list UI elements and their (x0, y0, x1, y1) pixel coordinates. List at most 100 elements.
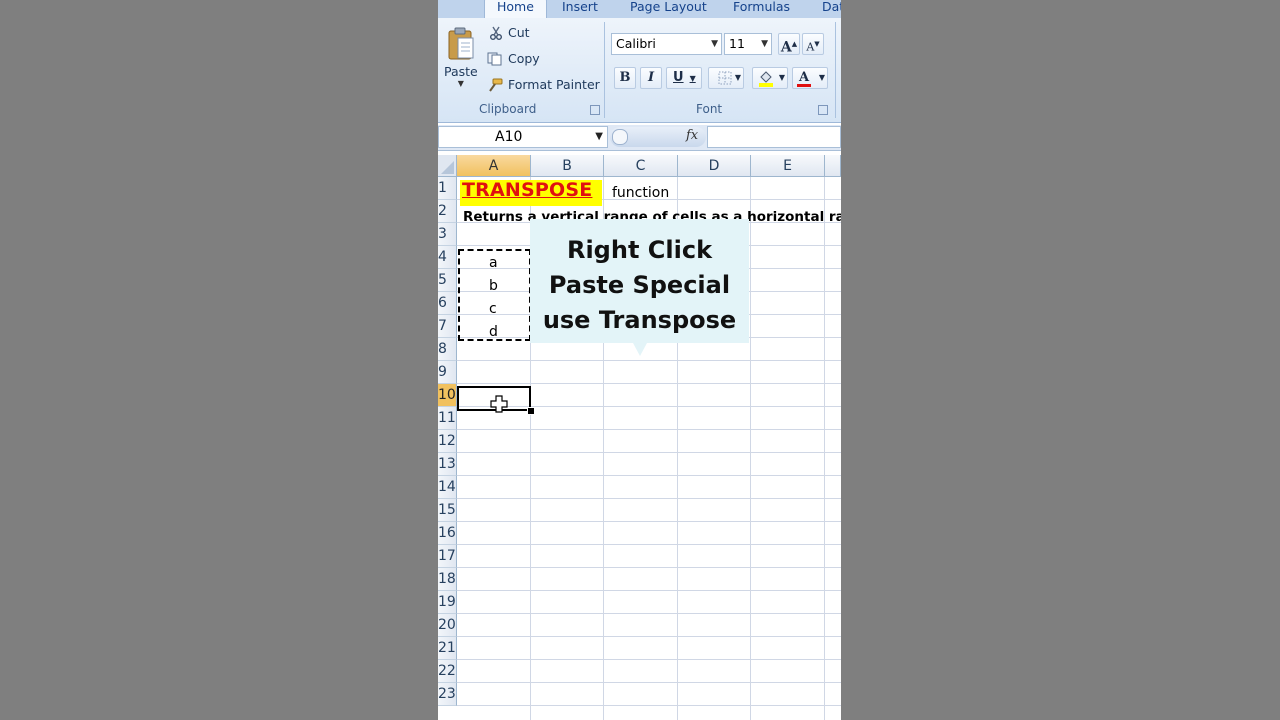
row-header-2[interactable]: 2 (438, 200, 457, 223)
gridline-horizontal (457, 613, 841, 614)
row-header-1[interactable]: 1 (438, 177, 457, 200)
row-header-7[interactable]: 7 (438, 315, 457, 338)
font-color-button[interactable]: A ▼ (792, 67, 828, 89)
cell-cursor-icon (490, 395, 508, 413)
insert-function-icon[interactable]: fx (686, 128, 698, 143)
bold-icon: B (619, 70, 631, 85)
gridline-horizontal (457, 475, 841, 476)
copy-button[interactable]: Copy (487, 51, 540, 66)
left-letterbox (0, 0, 438, 720)
font-dialog-launcher-icon[interactable] (818, 105, 828, 115)
gridline-horizontal (457, 590, 841, 591)
worksheet-grid[interactable]: A B C D E 1 2 3 4 5 6 7 8 9 10 11 12 13 14 15 16 17 18 19 20 21 22… (438, 155, 841, 720)
row-header-9[interactable]: 9 (438, 361, 457, 384)
tab-insert[interactable]: Insert (562, 0, 598, 18)
paste-icon (448, 27, 474, 60)
row-header-5[interactable]: 5 (438, 269, 457, 292)
right-letterbox (841, 0, 1280, 720)
copy-label: Copy (508, 51, 540, 66)
row-header-14[interactable]: 14 (438, 476, 457, 499)
gridline-horizontal (457, 636, 841, 637)
row-header-20[interactable]: 20 (438, 614, 457, 637)
callout-line-1: Right Click (566, 236, 713, 264)
font-name-value: Calibri (616, 36, 656, 51)
tab-formulas[interactable]: Formulas (733, 0, 790, 18)
select-all-corner[interactable] (438, 155, 457, 177)
format-painter-icon (489, 78, 503, 92)
grow-font-button[interactable]: A▲ (778, 33, 800, 56)
cell-c1[interactable]: function (612, 185, 669, 201)
name-box-value: A10 (495, 129, 523, 145)
font-color-swatch (797, 84, 811, 87)
instruction-callout: Right Click Paste Special use Transpose (530, 219, 749, 343)
group-separator (604, 22, 605, 118)
clipboard-dialog-launcher-icon[interactable] (590, 105, 600, 115)
gridline-horizontal (457, 521, 841, 522)
formula-input[interactable] (707, 126, 841, 148)
tab-data[interactable]: Dat (822, 0, 841, 18)
format-painter-button[interactable]: Format Painter (487, 77, 600, 92)
shrink-font-button[interactable]: A▼ (802, 33, 824, 55)
row-header-4[interactable]: 4 (438, 246, 457, 269)
paste-button[interactable]: Paste ▼ (444, 26, 478, 88)
fill-color-icon (759, 71, 773, 87)
column-header-f[interactable] (825, 155, 841, 177)
gridline-vertical (824, 177, 825, 720)
tab-home[interactable]: Home (484, 0, 547, 19)
row-header-18[interactable]: 18 (438, 568, 457, 591)
ribbon-home: Paste ▼ Cut Copy Format Painter Clipboar… (438, 18, 841, 123)
copy-marquee (458, 249, 531, 341)
row-header-19[interactable]: 19 (438, 591, 457, 614)
borders-button[interactable]: ▼ (708, 67, 744, 89)
callout-pointer (633, 343, 647, 356)
gridline-horizontal (457, 544, 841, 545)
row-header-10[interactable]: 10 (438, 384, 457, 407)
cell-a1[interactable]: TRANSPOSE (462, 179, 592, 201)
cancel-entry-icon[interactable] (612, 129, 628, 145)
row-header-6[interactable]: 6 (438, 292, 457, 315)
chevron-down-icon: ▼ (711, 39, 718, 49)
font-size-combo[interactable]: 11 ▼ (724, 33, 772, 55)
column-header-d[interactable]: D (678, 155, 751, 177)
row-header-17[interactable]: 17 (438, 545, 457, 568)
column-header-c[interactable]: C (604, 155, 678, 177)
font-size-value: 11 (729, 36, 745, 51)
row-header-15[interactable]: 15 (438, 499, 457, 522)
underline-icon: U (673, 70, 684, 85)
borders-icon (718, 71, 732, 85)
gridline-horizontal (457, 682, 841, 683)
excel-window: Home Insert Page Layout Formulas Dat Pas… (438, 0, 841, 720)
gridline-horizontal (457, 429, 841, 430)
bold-button[interactable]: B (614, 67, 636, 89)
cut-button[interactable]: Cut (489, 25, 530, 40)
row-header-23[interactable]: 23 (438, 683, 457, 706)
fill-color-button[interactable]: ▼ (752, 67, 788, 89)
row-header-16[interactable]: 16 (438, 522, 457, 545)
font-name-combo[interactable]: Calibri ▼ (611, 33, 722, 55)
row-header-3[interactable]: 3 (438, 223, 457, 246)
chevron-down-icon: ▼ (761, 39, 768, 49)
gridline-horizontal (457, 383, 841, 384)
row-header-13[interactable]: 13 (438, 453, 457, 476)
tab-page-layout[interactable]: Page Layout (630, 0, 707, 18)
gridline-horizontal (457, 567, 841, 568)
column-header-b[interactable]: B (531, 155, 604, 177)
format-painter-label: Format Painter (508, 77, 600, 92)
row-header-11[interactable]: 11 (438, 407, 457, 430)
name-box[interactable]: A10 ▼ (438, 126, 608, 148)
row-header-21[interactable]: 21 (438, 637, 457, 660)
paste-dropdown-icon[interactable]: ▼ (458, 80, 464, 88)
font-color-icon: A (799, 70, 810, 85)
fill-handle[interactable] (527, 407, 535, 415)
chevron-down-icon[interactable]: ▼ (595, 127, 603, 147)
row-header-22[interactable]: 22 (438, 660, 457, 683)
row-header-8[interactable]: 8 (438, 338, 457, 361)
italic-button[interactable]: I (640, 67, 662, 89)
gridline-vertical (750, 177, 751, 720)
underline-button[interactable]: U ▼ (666, 67, 702, 89)
gridline-horizontal (457, 659, 841, 660)
column-header-e[interactable]: E (751, 155, 825, 177)
row-header-12[interactable]: 12 (438, 430, 457, 453)
gridline-horizontal (457, 498, 841, 499)
column-header-a[interactable]: A (457, 155, 531, 177)
